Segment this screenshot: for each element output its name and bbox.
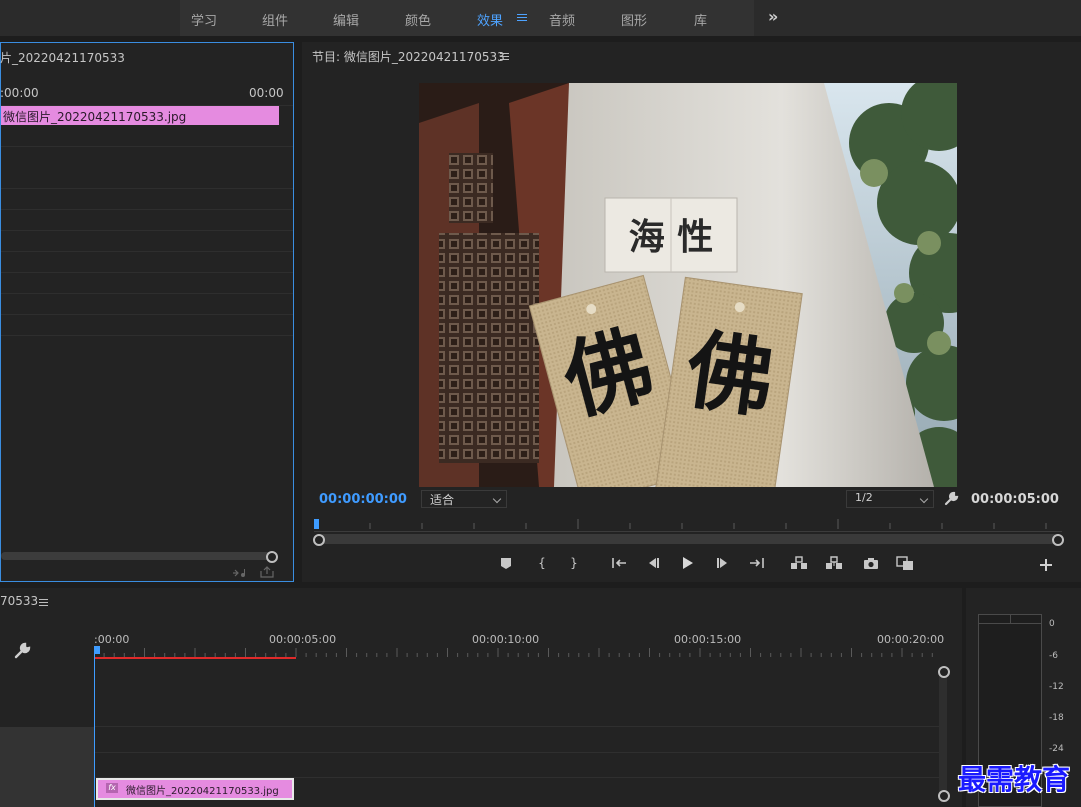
program-video-frame[interactable]: 海 性 佛 佛 [419, 83, 957, 487]
timeline-menu-icon[interactable] [39, 599, 48, 600]
zoom-fit-dropdown[interactable]: 适合 [421, 490, 507, 508]
go-to-in-button[interactable] [609, 554, 629, 572]
source-scroll-handle[interactable] [266, 551, 278, 563]
meter-tick-12: -12 [1049, 682, 1064, 692]
program-playhead[interactable] [314, 519, 319, 529]
mark-out-button[interactable]: } [564, 554, 584, 572]
chevron-down-icon [492, 494, 502, 504]
timeline-vertical-scrollbar[interactable] [939, 668, 947, 798]
right-card-text: 佛 [680, 319, 780, 431]
export-icon[interactable] [259, 565, 275, 579]
mark-in-button[interactable]: { [532, 554, 552, 572]
timeline-panel: 70533 [0, 588, 962, 807]
more-workspaces-icon[interactable]: » [768, 7, 778, 26]
timeline-wrench-icon[interactable] [13, 642, 31, 660]
resolution-value: 1/2 [855, 491, 873, 504]
play-button[interactable] [677, 554, 697, 572]
timeline-title: 70533 [0, 594, 39, 608]
workspace-bar: 学习 组件 编辑 颜色 效果 音频 图形 库 » [0, 0, 1081, 36]
camera-icon[interactable] [861, 554, 881, 572]
photo-scene: 海 性 佛 佛 [419, 83, 957, 487]
ruler-label-5: 00:00:05:00 [269, 633, 337, 646]
step-forward-button[interactable] [713, 554, 733, 572]
tab-assembly[interactable]: 组件 [262, 10, 288, 29]
work-area-bar[interactable] [94, 657, 296, 659]
program-playhead-timecode[interactable]: 00:00:00:00 [319, 492, 407, 507]
source-timecode-start: :00:00 [0, 86, 39, 100]
timeline-playhead-line [94, 652, 95, 807]
source-panel: 片_20220421170533 :00:00 00:00 微信图片_20220… [0, 42, 294, 582]
ruler-label-20: 00:00:20:00 [877, 633, 945, 646]
scroll-handle-right[interactable] [1052, 534, 1064, 546]
scroll-handle-left[interactable] [313, 534, 325, 546]
lift-button[interactable] [789, 554, 809, 572]
extract-button[interactable] [824, 554, 844, 572]
tab-audio[interactable]: 音频 [549, 10, 575, 29]
timeline-clip-name: 微信图片_20220421170533.jpg [126, 786, 279, 797]
chevron-down-icon [919, 494, 929, 504]
zoom-fit-value: 适合 [430, 493, 455, 507]
plaque-text: 海 性 [629, 216, 714, 258]
meter-tick-24: -24 [1049, 744, 1064, 754]
tab-libraries[interactable]: 库 [694, 10, 707, 29]
compare-view-icon[interactable] [895, 554, 915, 572]
program-duration-timecode: 00:00:05:00 [971, 492, 1059, 507]
source-panel-title: 片_20220421170533 [0, 51, 125, 65]
source-timecode-end: 00:00 [249, 86, 284, 100]
source-clip[interactable]: 微信图片_20220421170533.jpg [1, 106, 279, 125]
program-zoom-scrollbar[interactable] [318, 534, 1060, 544]
audio-drag-icon[interactable] [231, 567, 247, 579]
tab-learn[interactable]: 学习 [191, 10, 217, 29]
effects-menu-icon[interactable] [517, 14, 527, 15]
resolution-dropdown[interactable]: 1/2 [846, 490, 934, 508]
timeline-clip[interactable]: fx 微信图片_20220421170533.jpg [96, 778, 294, 800]
meter-tick-18: -18 [1049, 713, 1064, 723]
ruler-label-0: :00:00 [94, 633, 130, 646]
timeline-scroll-handle-bottom[interactable] [938, 790, 950, 802]
program-title: 节目: 微信图片_20220421170533 [312, 50, 505, 64]
ruler-label-10: 00:00:10:00 [472, 633, 540, 646]
ruler-label-15: 00:00:15:00 [674, 633, 742, 646]
fx-badge-icon: fx [106, 783, 118, 793]
tab-effects[interactable]: 效果 [477, 10, 503, 29]
source-zoom-scrollbar[interactable] [1, 552, 271, 560]
meter-tick-0: 0 [1049, 619, 1055, 629]
step-back-button[interactable] [643, 554, 663, 572]
program-menu-icon[interactable] [500, 53, 509, 54]
add-button-icon[interactable] [1036, 556, 1056, 574]
tab-color[interactable]: 颜色 [405, 10, 431, 29]
source-clip-name: 微信图片_20220421170533.jpg [3, 110, 187, 124]
tab-graphics[interactable]: 图形 [621, 10, 647, 29]
wrench-icon[interactable] [943, 491, 959, 507]
track-headers [0, 727, 94, 807]
meter-tick-6: -6 [1049, 651, 1058, 661]
timeline-scroll-handle-top[interactable] [938, 666, 950, 678]
go-to-out-button[interactable] [747, 554, 767, 572]
watermark-logo: 最需教育 [958, 763, 1071, 796]
add-marker-button[interactable] [496, 554, 516, 572]
program-time-ruler[interactable] [314, 519, 1064, 533]
tab-edit[interactable]: 编辑 [333, 10, 359, 29]
